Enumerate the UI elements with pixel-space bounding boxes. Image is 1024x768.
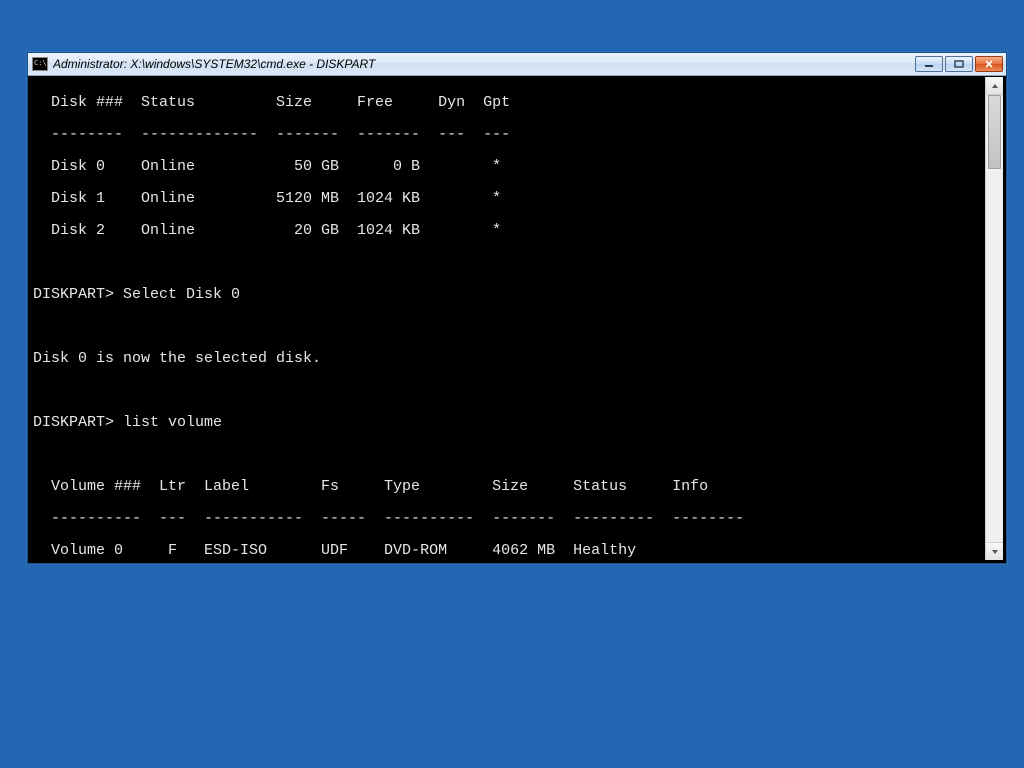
scroll-up-button[interactable] <box>986 77 1003 95</box>
terminal-output[interactable]: Disk ### Status Size Free Dyn Gpt ------… <box>31 77 985 560</box>
prompt-line: DISKPART> list volume <box>33 415 981 431</box>
blank-line <box>33 319 981 335</box>
client-area: Disk ### Status Size Free Dyn Gpt ------… <box>31 77 1003 560</box>
prompt-line: DISKPART> Select Disk 0 <box>33 287 981 303</box>
titlebar[interactable]: Administrator: X:\windows\SYSTEM32\cmd.e… <box>28 53 1006 76</box>
vertical-scrollbar[interactable] <box>985 77 1003 560</box>
disk-row: Disk 0 Online 50 GB 0 B * <box>33 159 981 175</box>
prompt-command: Select Disk 0 <box>123 286 240 303</box>
minimize-button[interactable] <box>915 56 943 72</box>
disk-header: Disk ### Status Size Free Dyn Gpt <box>33 95 981 111</box>
chevron-down-icon <box>991 549 999 555</box>
disk-divider: -------- ------------- ------- ------- -… <box>33 127 981 143</box>
volume-header: Volume ### Ltr Label Fs Type Size Status… <box>33 479 981 495</box>
maximize-button[interactable] <box>945 56 973 72</box>
disk-row: Disk 1 Online 5120 MB 1024 KB * <box>33 191 981 207</box>
prompt-command: list volume <box>123 414 222 431</box>
volume-row: Volume 0 F ESD-ISO UDF DVD-ROM 4062 MB H… <box>33 543 981 559</box>
chevron-up-icon <box>991 83 999 89</box>
cmd-window: Administrator: X:\windows\SYSTEM32\cmd.e… <box>27 52 1007 564</box>
cmd-icon <box>32 57 48 71</box>
blank-line <box>33 255 981 271</box>
prompt-prefix: DISKPART> <box>33 414 123 431</box>
close-button[interactable] <box>975 56 1003 72</box>
disk-row: Disk 2 Online 20 GB 1024 KB * <box>33 223 981 239</box>
blank-line <box>33 447 981 463</box>
prompt-prefix: DISKPART> <box>33 286 123 303</box>
close-icon <box>984 60 994 68</box>
result-line: Disk 0 is now the selected disk. <box>33 351 981 367</box>
minimize-icon <box>924 60 934 68</box>
maximize-icon <box>954 60 964 68</box>
scroll-down-button[interactable] <box>986 542 1003 560</box>
scrollbar-thumb[interactable] <box>988 95 1001 169</box>
window-controls <box>915 56 1003 72</box>
volume-divider: ---------- --- ----------- ----- -------… <box>33 511 981 527</box>
blank-line <box>33 383 981 399</box>
window-title: Administrator: X:\windows\SYSTEM32\cmd.e… <box>53 57 915 71</box>
